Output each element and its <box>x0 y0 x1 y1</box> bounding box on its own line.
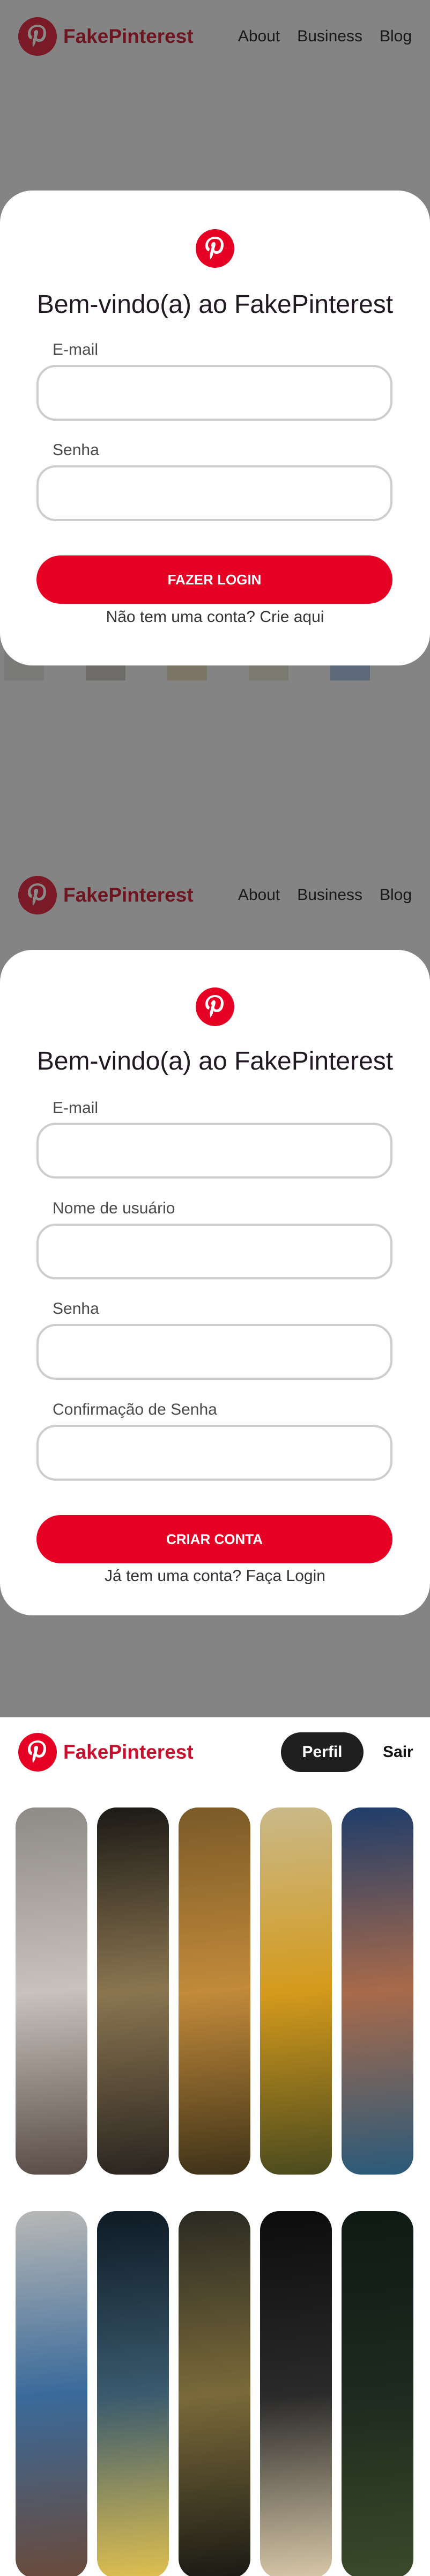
pin-card[interactable] <box>179 2211 250 2576</box>
nav-links: About Business Blog <box>238 886 412 904</box>
signup-link[interactable]: Não tem uma conta? Crie aqui <box>0 608 430 626</box>
pin-card[interactable] <box>97 2211 169 2576</box>
username-label: Nome de usuário <box>53 1199 175 1217</box>
signup-screen: FakePinterest About Business Blog Bem-vi… <box>0 859 430 1717</box>
navbar: FakePinterest About Business Blog <box>0 0 430 73</box>
email-input[interactable] <box>36 1123 392 1179</box>
nav-link-business[interactable]: Business <box>297 27 362 46</box>
nav-link-about[interactable]: About <box>238 27 280 46</box>
login-button[interactable]: FAZER LOGIN <box>36 555 392 604</box>
feed-screen: FakePinterest Perfil Sair <box>0 1717 430 2576</box>
logout-link[interactable]: Sair <box>383 1732 413 1772</box>
pinterest-logo-icon <box>196 229 234 268</box>
email-label: E-mail <box>53 341 99 358</box>
nav-link-blog[interactable]: Blog <box>380 27 412 46</box>
modal-title: Bem-vindo(a) ao FakePinterest <box>36 1047 394 1075</box>
nav-link-business[interactable]: Business <box>297 886 362 904</box>
pinterest-logo-icon[interactable] <box>18 1733 57 1772</box>
profile-button[interactable]: Perfil <box>281 1732 364 1772</box>
nav-link-about[interactable]: About <box>238 886 280 904</box>
teapot-breakfast-photo <box>260 2211 332 2576</box>
password-confirm-input[interactable] <box>36 1425 392 1481</box>
pin-card[interactable] <box>97 1807 169 2175</box>
email-input[interactable] <box>36 365 392 421</box>
pinterest-logo-icon[interactable] <box>18 17 57 56</box>
city-skyline-dusk-photo <box>179 2211 250 2576</box>
nav-link-blog[interactable]: Blog <box>380 886 412 904</box>
password-label: Senha <box>53 441 99 459</box>
night-street-person-photo <box>97 2211 169 2576</box>
brand-name[interactable]: FakePinterest <box>63 884 194 906</box>
navbar: FakePinterest <box>0 1717 430 1787</box>
pin-card[interactable] <box>260 1807 332 2175</box>
cathedral-street-photo <box>16 1807 87 2175</box>
login-modal: Bem-vindo(a) ao FakePinterest E-mail Sen… <box>0 191 430 665</box>
pin-card[interactable] <box>260 2211 332 2576</box>
autumn-forest-photo <box>179 1807 250 2175</box>
modal-title: Bem-vindo(a) ao FakePinterest <box>36 290 394 319</box>
password-label: Senha <box>53 1300 99 1318</box>
email-label: E-mail <box>53 1099 99 1117</box>
brand-name[interactable]: FakePinterest <box>63 1741 194 1763</box>
create-account-button[interactable]: CRIAR CONTA <box>36 1515 392 1563</box>
navbar: FakePinterest About Business Blog <box>0 859 430 932</box>
ocean-wave-mountain-photo <box>342 1807 413 2175</box>
pin-card[interactable] <box>16 1807 87 2175</box>
pinterest-logo-icon <box>196 987 234 1026</box>
nav-links: About Business Blog <box>238 27 412 46</box>
dark-forest-photo <box>342 2211 413 2576</box>
pin-card[interactable] <box>342 2211 413 2576</box>
pin-card[interactable] <box>16 2211 87 2576</box>
username-input[interactable] <box>36 1224 392 1279</box>
pin-card[interactable] <box>179 1807 250 2175</box>
password-input[interactable] <box>36 1324 392 1380</box>
pinterest-logo-icon[interactable] <box>18 876 57 914</box>
brand-name[interactable]: FakePinterest <box>63 25 194 48</box>
password-input[interactable] <box>36 465 392 521</box>
sunflower-field-photo <box>260 1807 332 2175</box>
password-confirm-label: Confirmação de Senha <box>53 1401 217 1418</box>
login-screen: FakePinterest About Business Blog Bem-vi… <box>0 0 430 859</box>
bamboo-leaves-photo <box>97 1807 169 2175</box>
coffee-cup-window-photo <box>16 2211 87 2576</box>
pin-card[interactable] <box>342 1807 413 2175</box>
signup-modal: Bem-vindo(a) ao FakePinterest E-mail Nom… <box>0 950 430 1615</box>
login-link[interactable]: Já tem uma conta? Faça Login <box>0 1567 430 1585</box>
